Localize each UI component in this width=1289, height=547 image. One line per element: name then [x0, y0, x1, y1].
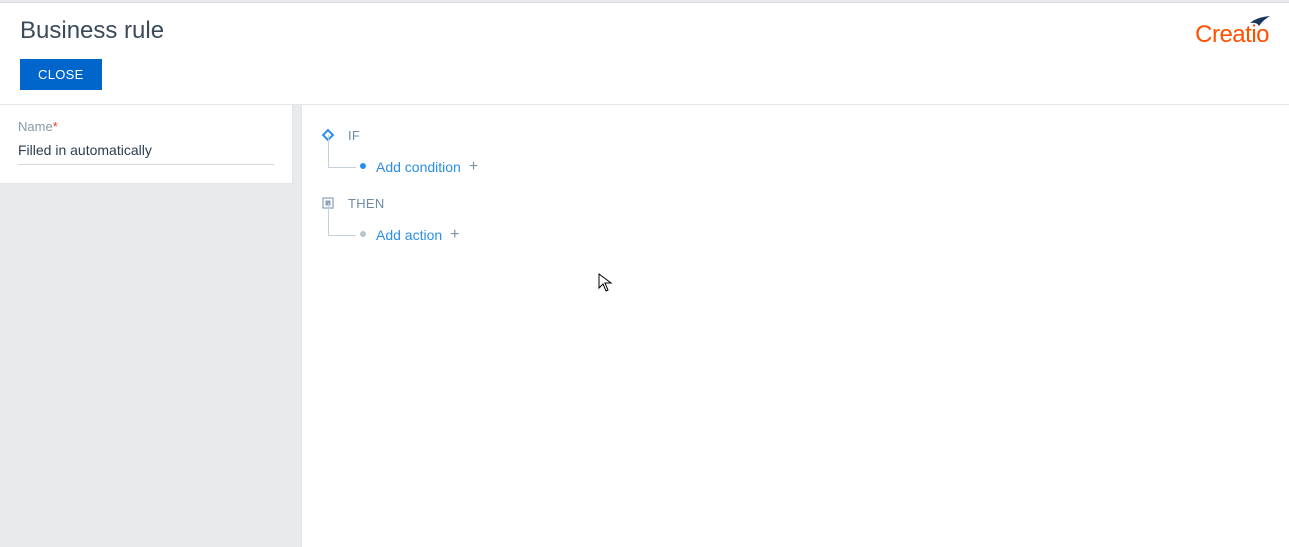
then-node: THEN: [320, 191, 1271, 215]
if-label: IF: [348, 128, 360, 143]
content: IF Add condition + THEN: [301, 105, 1289, 547]
required-star-icon: *: [53, 119, 58, 134]
cursor-icon: [598, 273, 614, 293]
plus-icon: +: [450, 226, 459, 244]
add-condition-label: Add condition: [376, 159, 461, 175]
name-label-text: Name: [18, 119, 53, 134]
add-action-button[interactable]: Add action +: [376, 226, 460, 244]
connector: [328, 203, 329, 235]
bullet-icon: [360, 163, 366, 169]
then-label: THEN: [348, 196, 385, 211]
add-action-row: Add action +: [328, 223, 1271, 247]
header: Business rule CLOSE Creatio: [0, 3, 1289, 105]
plus-icon: +: [469, 158, 478, 176]
main: Name* IF Add condition: [0, 105, 1289, 547]
name-input[interactable]: [18, 138, 274, 165]
if-node: IF: [320, 123, 1271, 147]
bird-icon: [1249, 15, 1271, 27]
sidebar: Name*: [0, 105, 293, 547]
name-panel: Name*: [0, 105, 293, 184]
bullet-icon: [360, 231, 366, 237]
connector: [328, 235, 356, 236]
add-condition-button[interactable]: Add condition +: [376, 158, 478, 176]
page-title: Business rule: [20, 17, 1269, 45]
logo: Creatio: [1195, 21, 1269, 49]
add-condition-row: Add condition +: [328, 155, 1271, 179]
close-button[interactable]: CLOSE: [20, 59, 102, 90]
add-action-label: Add action: [376, 227, 442, 243]
name-label: Name*: [18, 119, 274, 134]
rule-tree: IF Add condition + THEN: [320, 123, 1271, 247]
connector: [328, 135, 329, 167]
connector: [328, 167, 356, 168]
